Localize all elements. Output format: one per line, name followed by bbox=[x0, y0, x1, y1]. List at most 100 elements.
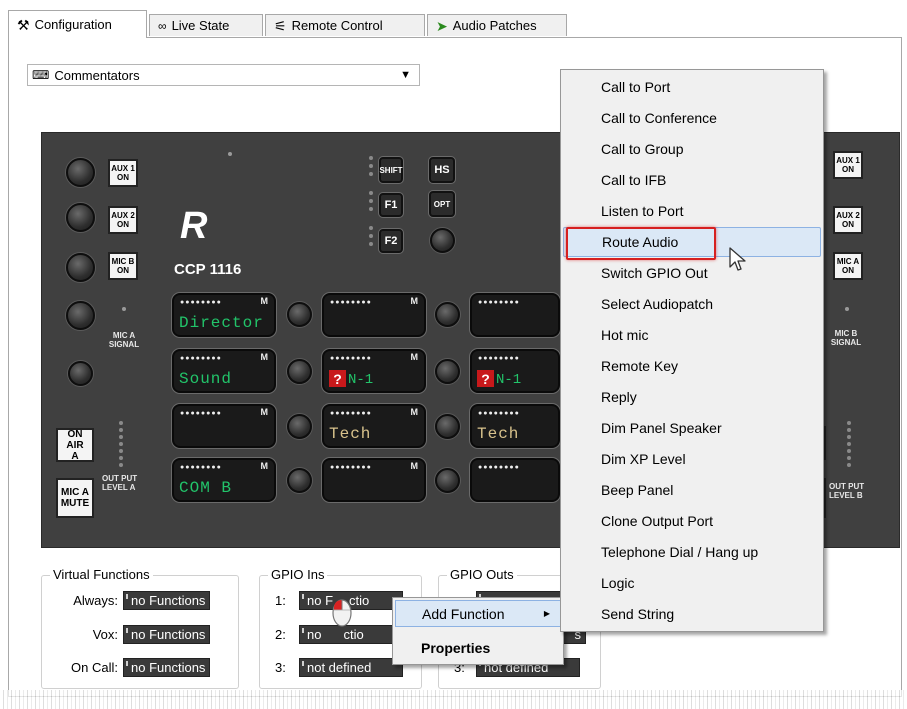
aux2-on-button-b[interactable]: AUX 2 ON bbox=[833, 206, 863, 234]
function-row: Vox: no Functions bbox=[58, 625, 211, 644]
function-slot[interactable]: no Functions bbox=[123, 591, 211, 610]
tab-audio-patches[interactable]: ➤ Audio Patches bbox=[427, 14, 567, 36]
function-slot[interactable]: no Functions bbox=[123, 658, 211, 677]
chevron-down-icon: ▼ bbox=[400, 69, 411, 81]
key-display[interactable]: ●●●●●●●● M COM B bbox=[172, 458, 276, 502]
output-level-a-label: OUT PUT LEVEL A bbox=[102, 474, 138, 492]
key-label: COM B bbox=[179, 479, 233, 497]
function-slot[interactable]: no Functions bbox=[123, 625, 211, 644]
group-title: GPIO Ins bbox=[268, 567, 328, 582]
tab-remote-control[interactable]: ⚟ Remote Control bbox=[265, 14, 425, 36]
key-label: N-1 bbox=[496, 372, 522, 388]
highlight-outline bbox=[566, 227, 716, 260]
tab-configuration[interactable]: ⚒ Configuration bbox=[8, 10, 147, 38]
volume-knob[interactable] bbox=[66, 253, 95, 282]
volume-knob[interactable] bbox=[66, 158, 95, 187]
key-knob[interactable] bbox=[435, 302, 460, 327]
key-display[interactable]: ●●●●●●●● bbox=[470, 293, 560, 337]
key-knob[interactable] bbox=[435, 359, 460, 384]
panel-select[interactable]: ⌨ Commentators ▼ bbox=[27, 64, 420, 86]
led bbox=[845, 307, 849, 311]
menu-item-call-to-group[interactable]: Call to Group bbox=[563, 134, 821, 164]
hs-button[interactable]: HS bbox=[429, 157, 455, 183]
tools-icon: ⚒ bbox=[17, 16, 30, 33]
gpio-in-slot[interactable]: not defined bbox=[299, 658, 403, 677]
function-row: On Call: no Functions bbox=[58, 658, 211, 677]
f2-button[interactable]: F2 bbox=[379, 229, 403, 253]
menu-item-select-audiopatch[interactable]: Select Audiopatch bbox=[563, 289, 821, 319]
key-label: N-1 bbox=[348, 372, 374, 388]
key-knob[interactable] bbox=[287, 302, 312, 327]
menu-item-listen-to-port[interactable]: Listen to Port bbox=[563, 196, 821, 226]
key-display[interactable]: ●●●●●●●● ? N-1 bbox=[470, 349, 560, 393]
mic-a-mute-button[interactable]: MIC A MUTE bbox=[56, 478, 94, 518]
aux2-on-button[interactable]: AUX 2 ON bbox=[108, 206, 138, 234]
volume-knob[interactable] bbox=[68, 361, 93, 386]
key-display[interactable]: ●●●●●●●● bbox=[470, 458, 560, 502]
keyboard-icon: ⌨ bbox=[32, 68, 50, 82]
remote-icon: ⚟ bbox=[274, 17, 287, 34]
key-display[interactable]: ●●●●●●●● M bbox=[322, 458, 426, 502]
key-label: Tech bbox=[477, 425, 520, 443]
question-icon: ? bbox=[329, 370, 346, 387]
key-display[interactable]: ●●●●●●●● M Director bbox=[172, 293, 276, 337]
f2-knob[interactable] bbox=[430, 228, 455, 253]
on-air-a-button[interactable]: ON AIR A bbox=[56, 428, 94, 462]
group-title: GPIO Outs bbox=[447, 567, 517, 582]
function-submenu: Call to Port Call to Conference Call to … bbox=[560, 69, 824, 632]
tab-label: Live State bbox=[171, 18, 230, 33]
menu-item-send-string[interactable]: Send String bbox=[563, 599, 821, 629]
key-label: Tech bbox=[329, 425, 372, 443]
level-meter-a bbox=[119, 421, 123, 467]
slot-context-menu: Add Function ▶ Properties bbox=[392, 597, 564, 665]
mic-a-signal-label: MIC A SIGNAL bbox=[108, 331, 140, 349]
menu-item-switch-gpio-out[interactable]: Switch GPIO Out bbox=[563, 258, 821, 288]
mic-b-signal-label: MIC B SIGNAL bbox=[830, 329, 862, 347]
f1-button[interactable]: F1 bbox=[379, 193, 403, 217]
key-knob[interactable] bbox=[287, 414, 312, 439]
key-knob[interactable] bbox=[287, 468, 312, 493]
key-knob[interactable] bbox=[435, 414, 460, 439]
led bbox=[228, 152, 232, 156]
mic-a-on-button[interactable]: MIC A ON bbox=[833, 252, 863, 280]
menu-item-reply[interactable]: Reply bbox=[563, 382, 821, 412]
led bbox=[122, 307, 126, 311]
torn-edge bbox=[0, 690, 907, 709]
key-display[interactable]: ●●●●●●●● M Tech bbox=[322, 404, 426, 448]
add-function-menu-item[interactable]: Add Function ▶ bbox=[395, 600, 561, 627]
aux1-on-button[interactable]: AUX 1 ON bbox=[108, 159, 138, 187]
menu-item-dim-xp-level[interactable]: Dim XP Level bbox=[563, 444, 821, 474]
menu-item-logic[interactable]: Logic bbox=[563, 568, 821, 598]
key-display[interactable]: ●●●●●●●● M bbox=[172, 404, 276, 448]
tab-label: Remote Control bbox=[291, 18, 383, 33]
aux1-on-button-b[interactable]: AUX 1 ON bbox=[833, 151, 863, 179]
menu-item-beep-panel[interactable]: Beep Panel bbox=[563, 475, 821, 505]
menu-item-remote-key[interactable]: Remote Key bbox=[563, 351, 821, 381]
key-display[interactable]: ●●●●●●●● M Sound bbox=[172, 349, 276, 393]
menu-item-call-to-ifb[interactable]: Call to IFB bbox=[563, 165, 821, 195]
properties-menu-item[interactable]: Properties bbox=[395, 634, 561, 661]
mouse-icon bbox=[331, 594, 353, 628]
key-display[interactable]: ●●●●●●●● M ? N-1 bbox=[322, 349, 426, 393]
key-display[interactable]: ●●●●●●●● M bbox=[322, 293, 426, 337]
volume-knob[interactable] bbox=[66, 203, 95, 232]
opt-button[interactable]: OPT bbox=[429, 191, 455, 217]
menu-item-call-to-port[interactable]: Call to Port bbox=[563, 72, 821, 102]
pointer-cursor-icon bbox=[728, 246, 748, 274]
led-column bbox=[369, 226, 373, 246]
key-display[interactable]: ●●●●●●●● Tech bbox=[470, 404, 560, 448]
menu-item-call-to-conference[interactable]: Call to Conference bbox=[563, 103, 821, 133]
menu-item-telephone-dial[interactable]: Telephone Dial / Hang up bbox=[563, 537, 821, 567]
mic-b-on-button[interactable]: MIC B ON bbox=[108, 252, 138, 280]
volume-knob[interactable] bbox=[66, 301, 95, 330]
key-knob[interactable] bbox=[287, 359, 312, 384]
key-knob[interactable] bbox=[435, 468, 460, 493]
patch-icon: ➤ bbox=[436, 17, 448, 34]
key-label: Director bbox=[179, 314, 264, 332]
menu-item-hot-mic[interactable]: Hot mic bbox=[563, 320, 821, 350]
menu-item-clone-output-port[interactable]: Clone Output Port bbox=[563, 506, 821, 536]
menu-item-dim-panel-speaker[interactable]: Dim Panel Speaker bbox=[563, 413, 821, 443]
led-column bbox=[369, 191, 373, 211]
shift-button[interactable]: SHIFT bbox=[379, 157, 403, 183]
tab-live-state[interactable]: ∞ Live State bbox=[149, 14, 263, 36]
